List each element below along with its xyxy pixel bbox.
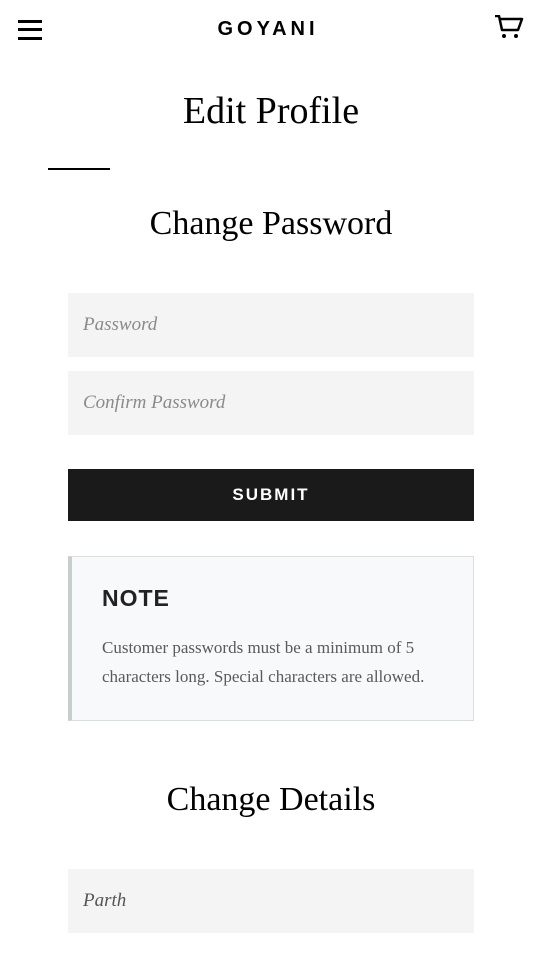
note-box: NOTE Customer passwords must be a minimu…: [68, 556, 474, 721]
note-title: NOTE: [102, 585, 443, 612]
change-password-form: SUBMIT NOTE Customer passwords must be a…: [0, 293, 542, 721]
change-password-title: Change Password: [0, 205, 542, 243]
logo[interactable]: GOYANI: [217, 18, 318, 41]
page-title: Edit Profile: [0, 89, 542, 133]
submit-button[interactable]: SUBMIT: [68, 469, 474, 521]
confirm-password-input[interactable]: [68, 371, 474, 435]
note-text: Customer passwords must be a minimum of …: [102, 634, 443, 692]
header: GOYANI: [0, 0, 542, 59]
change-details-title: Change Details: [0, 781, 542, 819]
first-name-input[interactable]: [68, 869, 474, 933]
hamburger-menu-icon[interactable]: [18, 20, 42, 40]
change-details-form: [0, 869, 542, 947]
divider: [48, 168, 110, 170]
cart-icon[interactable]: [494, 15, 524, 44]
password-input[interactable]: [68, 293, 474, 357]
